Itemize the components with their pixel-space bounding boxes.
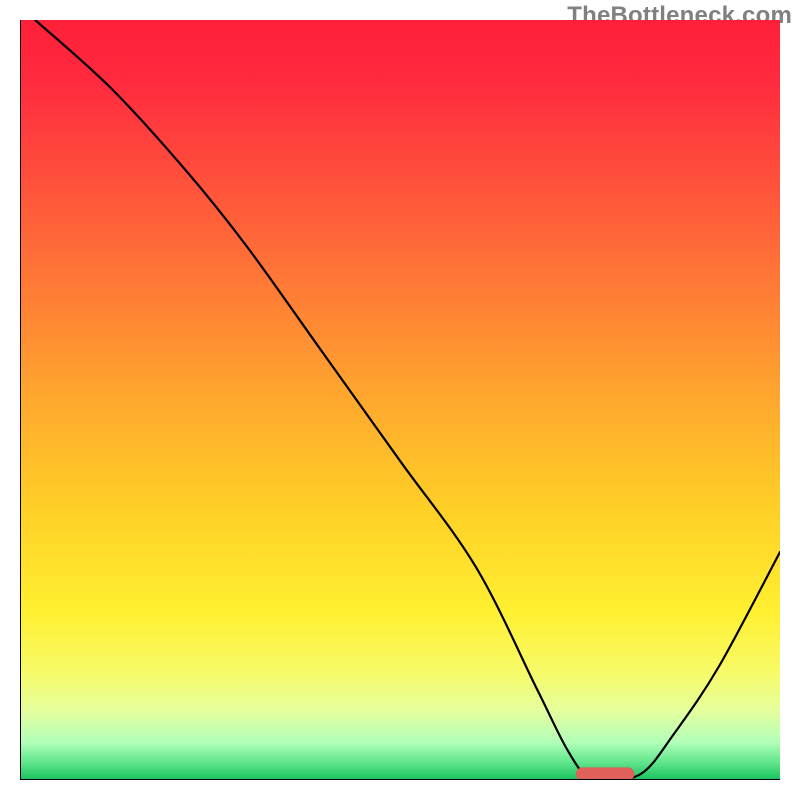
bottleneck-chart: TheBottleneck.com xyxy=(0,0,800,800)
chart-svg xyxy=(20,20,780,780)
gradient-background xyxy=(20,20,780,780)
plot-area xyxy=(20,20,780,780)
